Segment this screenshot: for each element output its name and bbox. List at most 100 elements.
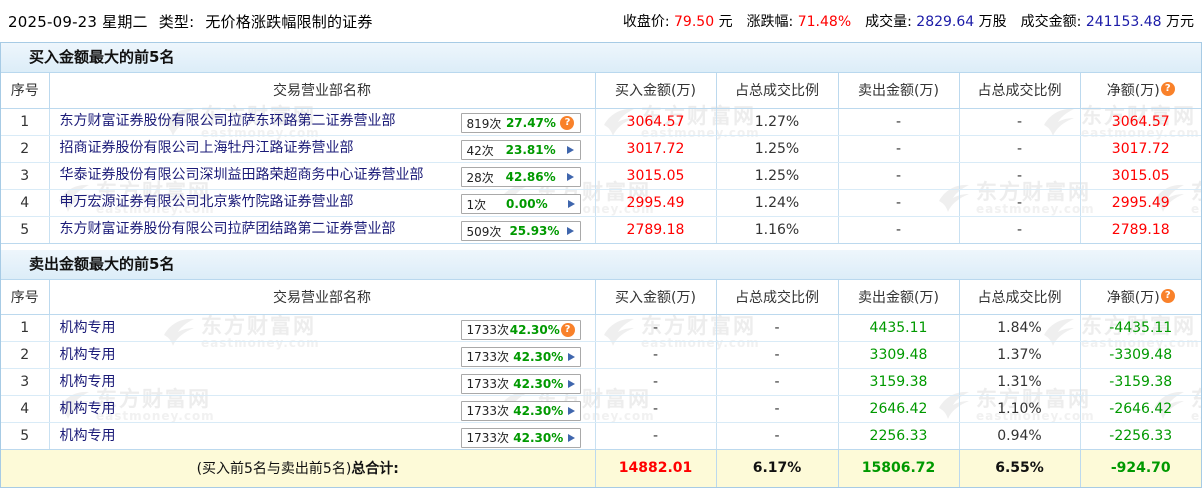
- branch-name-link[interactable]: 东方财富证券股份有限公司拉萨团结路第二证券营业部: [60, 221, 396, 237]
- net-total-cell: -924.70: [1079, 449, 1201, 487]
- buy-ratio-cell: 1.27%: [715, 108, 838, 136]
- branch-name-link[interactable]: 机构专用: [60, 401, 116, 417]
- sell-amount-cell: 3309.48: [837, 341, 959, 369]
- branch-name-link[interactable]: 机构专用: [60, 374, 116, 390]
- arrow-icon[interactable]: [567, 200, 575, 208]
- sell-ratio-total-cell: 6.55%: [958, 449, 1080, 487]
- buy-ratio-cell: 1.25%: [715, 135, 838, 163]
- trade-count-badge[interactable]: 819次 27.47%?: [460, 113, 581, 133]
- col-header-sell-ratio: 占总成交比例: [958, 279, 1080, 315]
- row-index: 3: [1, 162, 49, 190]
- trade-count-badge[interactable]: 1733次 42.30%?: [460, 319, 581, 340]
- close-price-value: 79.50: [674, 14, 715, 30]
- row-index: 1: [1, 108, 49, 136]
- sell-amount-cell: -: [837, 108, 959, 136]
- table-row: 4 1733次 42.30% 机构专用 - - 2646.42 1.10% -264…: [1, 395, 1201, 423]
- question-icon[interactable]: ?: [1160, 288, 1175, 303]
- sell-amount-cell: -: [837, 135, 959, 163]
- trade-count-badge[interactable]: 1733次 42.30%: [460, 427, 581, 448]
- row-index: 1: [1, 314, 49, 342]
- sell-total-cell: 15806.72: [837, 449, 959, 487]
- branch-name-link[interactable]: 华泰证券股份有限公司深圳益田路荣超商务中心证券营业部: [60, 167, 424, 183]
- buy-ratio-cell: 1.25%: [715, 162, 838, 190]
- sell-ratio-cell: 0.94%: [958, 422, 1080, 450]
- arrow-icon[interactable]: [567, 406, 575, 415]
- date-and-type: 2025-09-23 星期二 类型: 无价格涨跌幅限制的证券: [8, 11, 379, 32]
- branch-name-link[interactable]: 机构专用: [60, 320, 116, 336]
- buy-amount-cell: -: [594, 314, 716, 342]
- volume-value: 2829.64: [916, 14, 975, 30]
- buy-ratio-total-cell: 6.17%: [715, 449, 838, 487]
- row-index: 5: [1, 422, 49, 450]
- buy-table: 序号 交易营业部名称 买入金额(万) 占总成交比例 卖出金额(万) 占总成交比例…: [1, 73, 1201, 244]
- col-header-buy-amount: 买入金额(万): [594, 73, 716, 109]
- buy-amount-cell: 3064.57: [594, 108, 716, 136]
- net-amount-cell: -3159.38: [1079, 368, 1201, 396]
- col-header-buy-ratio: 占总成交比例: [715, 73, 838, 109]
- top-info-bar: 2025-09-23 星期二 类型: 无价格涨跌幅限制的证券 收盘价: 79.5…: [0, 0, 1202, 42]
- net-amount-cell: 3015.05: [1079, 162, 1201, 190]
- buy-ratio-cell: -: [715, 341, 838, 369]
- arrow-icon[interactable]: [567, 227, 575, 235]
- row-index: 2: [1, 135, 49, 163]
- buy-amount-cell: 3015.05: [594, 162, 716, 190]
- trade-count-badge[interactable]: 28次 42.86%: [460, 167, 581, 187]
- col-header-buy-amount: 买入金额(万): [594, 279, 716, 315]
- arrow-icon[interactable]: [567, 173, 575, 181]
- table-row: 5 509次 25.93% 东方财富证券股份有限公司拉萨团结路第二证券营业部 278…: [1, 216, 1201, 244]
- col-header-index: 序号: [1, 279, 49, 315]
- table-row: 3 1733次 42.30% 机构专用 - - 3159.38 1.31% -315…: [1, 368, 1201, 396]
- sell-ratio-cell: 1.10%: [958, 395, 1080, 423]
- sell-table: 序号 交易营业部名称 买入金额(万) 占总成交比例 卖出金额(万) 占总成交比例…: [1, 279, 1201, 487]
- sell-ratio-cell: 1.31%: [958, 368, 1080, 396]
- trade-count-badge[interactable]: 509次 25.93%: [460, 221, 581, 241]
- trade-count-badge[interactable]: 1733次 42.30%: [460, 373, 581, 394]
- net-amount-cell: -4435.11: [1079, 314, 1201, 342]
- question-icon[interactable]: ?: [1160, 82, 1175, 97]
- table-row: 2 1733次 42.30% 机构专用 - - 3309.48 1.37% -330…: [1, 341, 1201, 369]
- trade-count-badge[interactable]: 1733次 42.30%: [460, 400, 581, 421]
- question-icon[interactable]: ?: [560, 322, 575, 337]
- col-header-sell-amount: 卖出金额(万): [837, 73, 959, 109]
- question-icon[interactable]: ?: [560, 116, 575, 130]
- change-percent-stat: 涨跌幅: 71.48%: [746, 14, 852, 30]
- net-amount-cell: -2646.42: [1079, 395, 1201, 423]
- turnover-value: 241153.48: [1085, 14, 1162, 30]
- type-value: 无价格涨跌幅限制的证券: [205, 12, 373, 31]
- branch-name-link[interactable]: 东方财富证券股份有限公司拉萨东环路第二证券营业部: [60, 113, 396, 129]
- sell-ratio-cell: -: [958, 216, 1080, 244]
- arrow-icon[interactable]: [567, 146, 575, 154]
- col-header-branch-name: 交易营业部名称: [48, 279, 595, 315]
- col-header-net-amount: 净额(万)?: [1079, 279, 1201, 315]
- trade-count-badge[interactable]: 1次 0.00%: [460, 194, 581, 214]
- sell-amount-cell: -: [837, 162, 959, 190]
- trade-count-badge[interactable]: 1733次 42.30%: [460, 346, 581, 367]
- buy-amount-cell: 2995.49: [594, 189, 716, 217]
- trade-count-badge[interactable]: 42次 23.81%: [460, 140, 581, 160]
- sell-amount-cell: 3159.38: [837, 368, 959, 396]
- arrow-icon[interactable]: [567, 379, 575, 388]
- buy-section-title: 买入金额最大的前5名: [1, 43, 1201, 73]
- buy-ratio-cell: -: [715, 368, 838, 396]
- buy-ratio-cell: -: [715, 395, 838, 423]
- table-row: 5 1733次 42.30% 机构专用 - - 2256.33 0.94% -225…: [1, 422, 1201, 450]
- branch-name-link[interactable]: 申万宏源证券有限公司北京紫竹院路证券营业部: [60, 194, 354, 210]
- col-header-sell-amount: 卖出金额(万): [837, 279, 959, 315]
- branch-name-link[interactable]: 机构专用: [60, 347, 116, 363]
- sell-section-title: 卖出金额最大的前5名: [1, 249, 1201, 280]
- sell-ratio-cell: -: [958, 135, 1080, 163]
- col-header-net-amount: 净额(万)?: [1079, 73, 1201, 109]
- branch-name-link[interactable]: 招商证券股份有限公司上海牡丹江路证券营业部: [60, 140, 354, 156]
- row-index: 5: [1, 216, 49, 244]
- sell-ratio-cell: -: [958, 162, 1080, 190]
- net-amount-cell: 2995.49: [1079, 189, 1201, 217]
- buy-table-header-row: 序号 交易营业部名称 买入金额(万) 占总成交比例 卖出金额(万) 占总成交比例…: [1, 73, 1201, 109]
- arrow-icon[interactable]: [567, 352, 575, 361]
- col-header-buy-ratio: 占总成交比例: [715, 279, 838, 315]
- col-header-index: 序号: [1, 73, 49, 109]
- sell-ratio-cell: 1.37%: [958, 341, 1080, 369]
- branch-name-link[interactable]: 机构专用: [60, 428, 116, 444]
- change-percent-value: 71.48%: [797, 14, 852, 30]
- arrow-icon[interactable]: [567, 433, 575, 442]
- col-header-sell-ratio: 占总成交比例: [958, 73, 1080, 109]
